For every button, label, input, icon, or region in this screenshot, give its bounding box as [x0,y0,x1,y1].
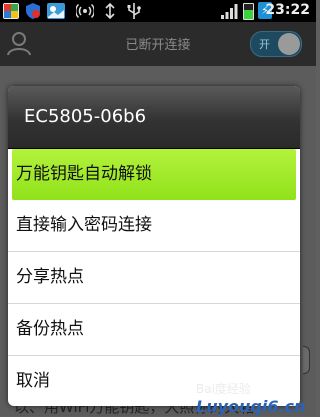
menu-item-auto-unlock[interactable]: 万能钥匙自动解锁 [12,149,296,200]
watermark-line2: Luyouqi6.cn [196,397,306,416]
toggle-knob [278,33,300,55]
shield-icon [26,3,40,19]
sync-icon [105,2,115,20]
menu-item-backup-hotspot[interactable]: 备份热点 [8,304,300,356]
wifi-hotspot-icon [76,3,94,19]
dialog-menu: 万能钥匙自动解锁 直接输入密码连接 分享热点 备份热点 取消 [8,149,300,406]
dialog-title: EC5805-06b6 [8,86,300,149]
menu-item-share-hotspot[interactable]: 分享热点 [8,252,300,304]
app-header: 已断开连接 开 [0,22,316,66]
wifi-toggle-label: 开 [259,38,270,51]
watermark-line1: Bai度经验 [196,382,251,396]
network-options-dialog: EC5805-06b6 万能钥匙自动解锁 直接输入密码连接 分享热点 备份热点 … [8,86,300,406]
usb-icon [127,3,141,19]
menu-item-enter-password[interactable]: 直接输入密码连接 [8,200,300,252]
clock: 23:22 [265,2,310,18]
watermark: Bai度经验 Luyouqi6.cn [196,380,305,416]
battery-icon [243,3,254,20]
image-icon [47,3,65,19]
status-bar: ⚡ 23:22 [0,0,316,22]
background-card-edge [303,346,310,374]
app-icon [3,3,19,19]
signal-icon [221,4,238,19]
wifi-toggle[interactable]: 开 [250,31,302,57]
